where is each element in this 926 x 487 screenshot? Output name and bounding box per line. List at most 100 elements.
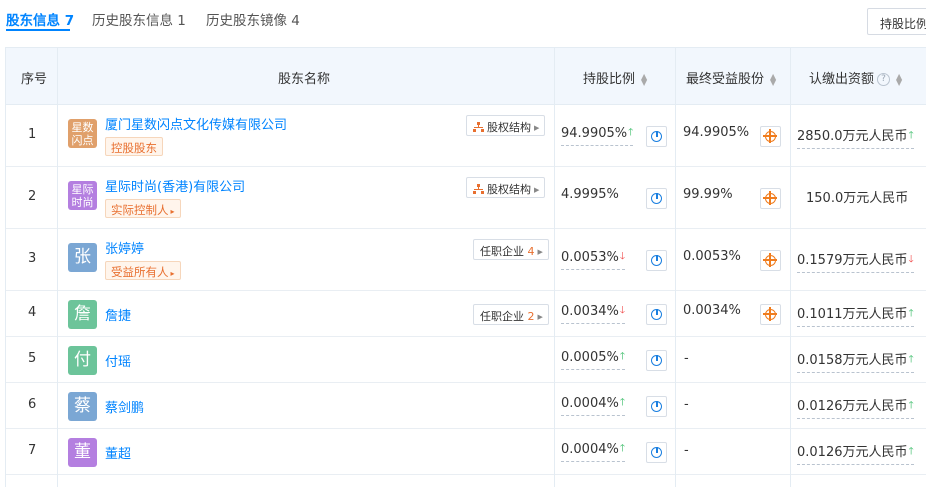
tab-count: 7 xyxy=(64,13,75,29)
shareholder-name-link[interactable]: 星际时尚(香港)有限公司 xyxy=(105,176,245,195)
table-row: 7 董董超 0.0004%🡑 -0.0126万元人民币🡑 xyxy=(6,429,926,475)
header-capital[interactable]: 认缴出资额? ▲ ▼ xyxy=(809,68,903,87)
tab-history-mirror[interactable]: 历史股东镜像 4 xyxy=(206,9,300,29)
ratio-chart-button[interactable] xyxy=(646,188,667,209)
row-index: 7 xyxy=(28,443,37,458)
beneficiary-path-button[interactable] xyxy=(760,126,781,147)
side-button-label: 任职企业 xyxy=(480,310,524,323)
table-header: 序号 股东名称 持股比例 ▲ ▼ 最终受益股份 ▲ ▼ 认缴出资额? ▲ ▼ xyxy=(6,47,926,105)
share-ratio-text: 0.0034% xyxy=(561,304,619,319)
equity-structure-button[interactable]: 股权结构 ▶ xyxy=(466,177,546,198)
org-chart-icon xyxy=(473,184,484,194)
table-row: 3 张张婷婷受益所有人 ▸ 任职企业 4 ▶ 0.0053%🡓 0.0053% 0.1579万… xyxy=(6,229,926,291)
subscribed-capital-text: 150.0万元人民币 xyxy=(806,191,909,206)
side-button-label: 任职企业 xyxy=(480,245,524,258)
trend-up-icon: 🡑 xyxy=(619,397,626,408)
trend-up-icon: 🡑 xyxy=(908,308,914,319)
chevron-right-icon: ▸ xyxy=(170,269,175,278)
shareholder-name-link[interactable]: 付瑶 xyxy=(105,351,131,370)
tab-bar: 股东信息 7 历史股东信息 1 历史股东镜像 4 持股比例 xyxy=(0,0,926,36)
shareholder-logo: 星数 闪点 xyxy=(68,119,97,148)
target-icon xyxy=(763,191,777,205)
ratio-chart-button[interactable] xyxy=(646,350,667,371)
trend-up-icon: 🡑 xyxy=(908,354,914,365)
trend-down-icon: 🡓 xyxy=(619,305,626,316)
beneficiary-path-button[interactable] xyxy=(760,304,781,325)
share-ratio-text: 0.0053% xyxy=(561,250,619,265)
target-icon xyxy=(763,129,777,143)
tab-count: 4 xyxy=(291,13,300,29)
final-share-value: 0.0034% xyxy=(683,303,741,318)
row-index: 6 xyxy=(28,397,37,412)
sort-icon: ▲ ▼ xyxy=(896,71,903,87)
active-tab-indicator xyxy=(6,29,70,31)
side-button-label: 股权结构 xyxy=(487,121,531,134)
beneficiary-path-button[interactable] xyxy=(760,250,781,271)
beneficiary-path-button[interactable] xyxy=(760,188,781,209)
table-row: 6 蔡蔡剑鹏 0.0004%🡑 -0.0126万元人民币🡑 xyxy=(6,383,926,429)
column-divider xyxy=(675,47,676,487)
row-index: 3 xyxy=(28,251,37,266)
share-ratio-value: 4.9995% xyxy=(561,187,619,205)
subscribed-capital-text: 0.0158万元人民币 xyxy=(797,353,908,368)
final-share-value: - xyxy=(684,443,689,458)
side-button-label: 股权结构 xyxy=(487,183,531,196)
trend-up-icon: 🡑 xyxy=(619,351,626,362)
ratio-chart-button[interactable] xyxy=(646,442,667,463)
column-divider xyxy=(554,47,555,487)
shareholder-name-link[interactable]: 董超 xyxy=(105,443,131,462)
header-final[interactable]: 最终受益股份 ▲ ▼ xyxy=(686,68,777,87)
subscribed-capital-value: 0.0158万元人民币🡑 xyxy=(797,349,914,373)
equity-structure-button[interactable]: 股权结构 ▶ xyxy=(466,115,546,136)
related-companies-button[interactable]: 任职企业 4 ▶ xyxy=(473,239,549,260)
header-capital-label: 认缴出资额 xyxy=(809,72,875,87)
trend-up-icon: 🡑 xyxy=(908,446,914,457)
header-final-label: 最终受益股份 xyxy=(686,72,765,87)
share-ratio-text: 0.0004% xyxy=(561,396,619,411)
row-index: 4 xyxy=(28,305,37,320)
final-share-value: 94.9905% xyxy=(683,125,750,140)
tab-shareholders[interactable]: 股东信息 7 xyxy=(6,9,74,29)
share-ratio-value: 0.0004%🡑 xyxy=(561,395,626,416)
table-row: 4 詹詹捷 任职企业 2 ▶ 0.0034%🡓 0.0034% 0.1011万元人民币🡑 xyxy=(6,291,926,337)
company-count: 2 xyxy=(527,310,535,323)
share-ratio-value: 0.0004%🡑 xyxy=(561,441,626,462)
shareholder-logo: 张 xyxy=(68,243,97,272)
help-icon[interactable]: ? xyxy=(877,73,891,86)
ratio-chart-button[interactable] xyxy=(646,304,667,325)
pie-chart-icon xyxy=(651,193,662,204)
subscribed-capital-value: 0.0126万元人民币🡑 xyxy=(797,395,914,419)
shareholder-name-link[interactable]: 詹捷 xyxy=(105,305,131,324)
share-ratio-value: 0.0053%🡓 xyxy=(561,249,626,270)
shareholder-role-tag[interactable]: 实际控制人 ▸ xyxy=(105,199,181,218)
subscribed-capital-value: 0.1011万元人民币🡑 xyxy=(797,303,914,327)
shareholder-role-tag[interactable]: 受益所有人 ▸ xyxy=(105,261,181,280)
shareholder-logo: 詹 xyxy=(68,300,97,329)
shareholder-name-link[interactable]: 张婷婷 xyxy=(105,238,144,257)
shareholder-role-tag[interactable]: 控股股东 xyxy=(105,137,163,156)
share-ratio-text: 0.0004% xyxy=(561,442,619,457)
chevron-right-icon: ▸ xyxy=(170,207,175,216)
hold-ratio-button[interactable]: 持股比例 xyxy=(867,8,926,35)
sort-icon: ▲ ▼ xyxy=(770,71,777,87)
subscribed-capital-text: 0.1579万元人民币 xyxy=(797,253,908,268)
column-divider xyxy=(57,47,58,487)
share-ratio-text: 4.9995% xyxy=(561,187,619,202)
table-row: 2 星际 时尚 星际时尚(香港)有限公司 实际控制人 ▸ 股权结构 ▶ 4.9995% 99.99… xyxy=(6,167,926,229)
ratio-chart-button[interactable] xyxy=(646,250,667,271)
shareholder-name-link[interactable]: 厦门星数闪点文化传媒有限公司 xyxy=(105,114,287,133)
pie-chart-icon xyxy=(651,401,662,412)
share-ratio-value: 0.0005%🡑 xyxy=(561,349,626,370)
tab-history-shareholders[interactable]: 历史股东信息 1 xyxy=(92,9,186,29)
header-ratio-label: 持股比例 xyxy=(583,72,636,87)
share-ratio-value: 94.9905%🡑 xyxy=(561,125,634,146)
header-ratio[interactable]: 持股比例 ▲ ▼ xyxy=(583,68,648,87)
trend-down-icon: 🡓 xyxy=(908,254,914,265)
share-ratio-value: 0.0034%🡓 xyxy=(561,303,626,324)
related-companies-button[interactable]: 任职企业 2 ▶ xyxy=(473,304,549,325)
header-index: 序号 xyxy=(21,72,48,87)
ratio-chart-button[interactable] xyxy=(646,396,667,417)
ratio-chart-button[interactable] xyxy=(646,126,667,147)
shareholder-name-link[interactable]: 蔡剑鹏 xyxy=(105,397,144,416)
subscribed-capital-text: 2850.0万元人民币 xyxy=(797,129,908,144)
